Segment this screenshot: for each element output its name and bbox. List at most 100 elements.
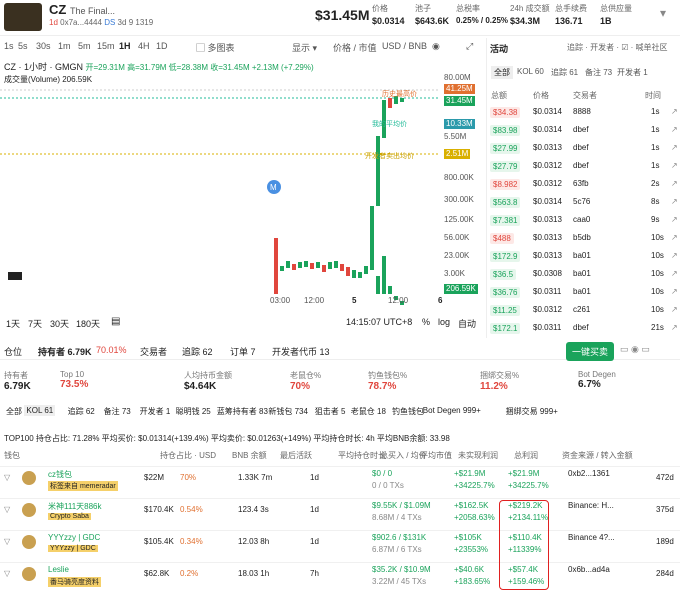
act-tab-dev[interactable]: 开发者 1 bbox=[617, 67, 648, 78]
table-col-header[interactable]: 资金来源 / 转入金额 bbox=[562, 450, 633, 461]
filter-chip[interactable]: 聪明钱 25 bbox=[174, 405, 213, 418]
filter-chip[interactable]: 全部 bbox=[4, 405, 24, 418]
interval-15m[interactable]: 15m bbox=[97, 41, 115, 51]
filter-icon[interactable]: ▽ bbox=[4, 569, 10, 578]
holder-name[interactable]: Leslie bbox=[48, 565, 69, 574]
log-toggle[interactable]: log bbox=[438, 317, 450, 327]
range-30d[interactable]: 30天 bbox=[50, 317, 69, 330]
filter-chip[interactable]: 新钱包 734 bbox=[266, 405, 310, 418]
filter-icon[interactable]: ▽ bbox=[4, 505, 10, 514]
multi-chart-button[interactable]: ▢ 多图表 bbox=[196, 41, 235, 54]
fund-source[interactable]: 0x6b...ad4a bbox=[568, 565, 610, 574]
holder-row[interactable]: ▽ YYYzzy | GDC YYYzzy | GDC $105.4K 0.34… bbox=[0, 530, 680, 566]
auto-toggle[interactable]: 自动 bbox=[458, 317, 476, 330]
table-col-header[interactable]: 平均持仓时长 bbox=[338, 450, 386, 461]
display-menu[interactable]: 显示 ▾ bbox=[292, 41, 317, 54]
fund-source[interactable]: Binance 4?... bbox=[568, 533, 615, 542]
interval-30s[interactable]: 30s bbox=[36, 41, 51, 51]
external-link-icon[interactable]: ↗ bbox=[671, 251, 678, 260]
act-trader[interactable]: 8888 bbox=[573, 107, 591, 116]
external-link-icon[interactable]: ↗ bbox=[671, 179, 678, 188]
filter-chip[interactable]: 蓝筹持有者 83 bbox=[215, 405, 270, 418]
holder-name[interactable]: YYYzzy | GDC bbox=[48, 533, 100, 542]
interval-1s[interactable]: 1s bbox=[4, 41, 14, 51]
act-trader[interactable]: 5c76 bbox=[573, 197, 590, 206]
filter-chip[interactable]: KOL 61 bbox=[24, 405, 56, 416]
holder-name[interactable]: 米神111天886k bbox=[48, 501, 102, 512]
act-tab-kol[interactable]: KOL 60 bbox=[517, 67, 544, 76]
price-cap-toggle[interactable]: 价格 / 市值 bbox=[333, 41, 377, 54]
interval-1m[interactable]: 1m bbox=[58, 41, 71, 51]
external-link-icon[interactable]: ↗ bbox=[671, 269, 678, 278]
external-link-icon[interactable]: ↗ bbox=[671, 233, 678, 242]
filter-chip[interactable]: 追踪 62 bbox=[66, 405, 97, 418]
table-col-header[interactable]: BNB 余额 bbox=[232, 450, 267, 461]
external-link-icon[interactable]: ↗ bbox=[671, 107, 678, 116]
filter-chip[interactable]: 老鼠仓 18 bbox=[349, 405, 388, 418]
interval-1h[interactable]: 1H bbox=[119, 41, 131, 51]
act-trader[interactable]: dbef bbox=[573, 125, 589, 134]
activity-header-links[interactable]: 追踪 · 开发者 · ☑ · 喊单社区 bbox=[567, 42, 668, 53]
activity-row[interactable]: $36.76 $0.0311 ba01 10s ↗ bbox=[487, 283, 680, 301]
act-trader[interactable]: dbef bbox=[573, 323, 589, 332]
price-chart[interactable]: CZ · 1小时 · GMGN 开=29.31M 高=31.79M 低=28.3… bbox=[0, 56, 484, 346]
external-link-icon[interactable]: ↗ bbox=[671, 197, 678, 206]
holder-row[interactable]: ▽ cz钱包 标签来自 memeradar $22M 70% 1.33K 7m … bbox=[0, 466, 680, 502]
external-link-icon[interactable]: ↗ bbox=[671, 143, 678, 152]
act-tab-track[interactable]: 追踪 61 bbox=[551, 67, 578, 78]
currency-toggle[interactable]: USD / BNB bbox=[382, 41, 427, 51]
holder-name[interactable]: cz钱包 bbox=[48, 469, 72, 480]
table-col-header[interactable]: 平均市值 bbox=[420, 450, 452, 461]
act-trader[interactable]: dbef bbox=[573, 161, 589, 170]
fund-source[interactable]: Binance: H... bbox=[568, 501, 614, 510]
act-trader[interactable]: c261 bbox=[573, 305, 590, 314]
range-7d[interactable]: 7天 bbox=[28, 317, 42, 330]
calendar-icon[interactable]: ▤ bbox=[111, 316, 120, 327]
tab-traders[interactable]: 交易者 bbox=[140, 345, 167, 358]
act-trader[interactable]: caa0 bbox=[573, 215, 590, 224]
tab-orders[interactable]: 订单 7 bbox=[230, 345, 256, 358]
quick-trade-button[interactable]: 一键买卖 bbox=[566, 342, 615, 361]
tab-tracked[interactable]: 追踪 62 bbox=[182, 345, 213, 358]
external-link-icon[interactable]: ↗ bbox=[671, 305, 678, 314]
activity-row[interactable]: $172.9 $0.0313 ba01 10s ↗ bbox=[487, 247, 680, 265]
external-link-icon[interactable]: ↗ bbox=[671, 323, 678, 332]
table-col-header[interactable]: 最后活跃 bbox=[280, 450, 312, 461]
activity-row[interactable]: $36.5 $0.0308 ba01 10s ↗ bbox=[487, 265, 680, 283]
act-tab-all[interactable]: 全部 bbox=[491, 66, 513, 79]
activity-row[interactable]: $7.381 $0.0313 caa0 9s ↗ bbox=[487, 211, 680, 229]
interval-5m[interactable]: 5m bbox=[78, 41, 91, 51]
toolbar-icons[interactable]: ▭ ◉ ▭ bbox=[620, 344, 650, 355]
range-180d[interactable]: 180天 bbox=[76, 317, 100, 330]
pct-toggle[interactable]: % bbox=[422, 317, 430, 327]
filter-chip[interactable]: 狙击者 5 bbox=[313, 405, 348, 418]
activity-row[interactable]: $8.982 $0.0312 63fb 2s ↗ bbox=[487, 175, 680, 193]
tab-dev-tokens[interactable]: 开发者代币 13 bbox=[272, 345, 330, 358]
tab-positions[interactable]: 仓位 bbox=[4, 345, 22, 358]
act-trader[interactable]: ba01 bbox=[573, 269, 591, 278]
table-col-header[interactable]: 总利润 bbox=[514, 450, 538, 461]
filter-icon[interactable]: ▽ bbox=[4, 537, 10, 546]
act-trader[interactable]: ba01 bbox=[573, 251, 591, 260]
external-link-icon[interactable]: ↗ bbox=[671, 125, 678, 134]
activity-row[interactable]: $172.1 $0.0311 dbef 21s ↗ bbox=[487, 319, 680, 337]
collapse-icon[interactable]: ▾ bbox=[660, 6, 666, 20]
fund-source[interactable]: 0xb2...1361 bbox=[568, 469, 610, 478]
filter-chip[interactable]: 开发者 1 bbox=[138, 405, 173, 418]
filter-chip[interactable]: Bot Degen 999+ bbox=[421, 405, 483, 416]
table-col-header[interactable]: 持仓占比 · USD bbox=[160, 450, 216, 461]
table-col-header[interactable]: 钱包 bbox=[4, 450, 20, 461]
external-link-icon[interactable]: ↗ bbox=[671, 287, 678, 296]
act-trader[interactable]: b5db bbox=[573, 233, 591, 242]
range-1d[interactable]: 1天 bbox=[6, 317, 20, 330]
act-tab-note[interactable]: 备注 73 bbox=[585, 67, 612, 78]
activity-row[interactable]: $83.98 $0.0314 dbef 1s ↗ bbox=[487, 121, 680, 139]
activity-row[interactable]: $488 $0.0313 b5db 10s ↗ bbox=[487, 229, 680, 247]
camera-icon[interactable]: ◉ bbox=[432, 41, 440, 52]
table-col-header[interactable]: 未实现利润 bbox=[458, 450, 498, 461]
filter-chip[interactable]: 备注 73 bbox=[102, 405, 133, 418]
expand-icon[interactable]: ⤢ bbox=[466, 41, 473, 52]
activity-row[interactable]: $563.8 $0.0314 5c76 8s ↗ bbox=[487, 193, 680, 211]
filter-chip[interactable]: 捆绑交易 999+ bbox=[504, 405, 560, 418]
external-link-icon[interactable]: ↗ bbox=[671, 215, 678, 224]
